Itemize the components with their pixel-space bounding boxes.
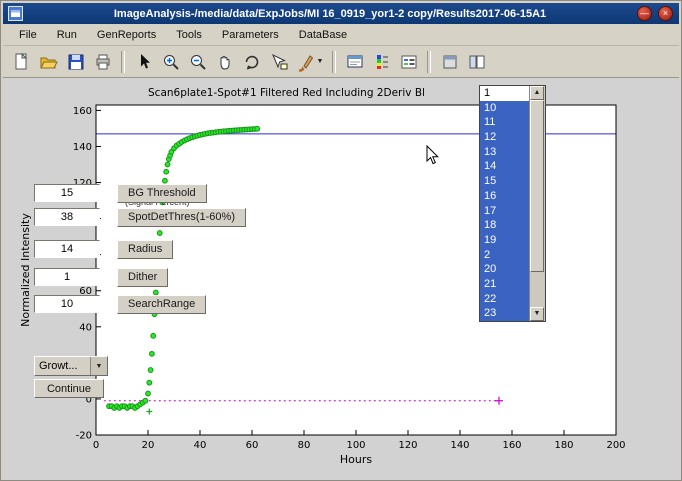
bg-threshold-input[interactable] bbox=[34, 184, 100, 202]
dropdown-item-16[interactable]: 16 bbox=[480, 189, 529, 204]
svg-text:100: 100 bbox=[346, 440, 365, 451]
radius-label-button[interactable]: Radius bbox=[117, 240, 173, 259]
dropdown-item-18[interactable]: 18 bbox=[480, 218, 529, 233]
close-button[interactable]: × bbox=[658, 6, 673, 21]
dither-input[interactable] bbox=[34, 268, 100, 286]
dropdown-scrollbar[interactable]: ▲ ▼ bbox=[529, 86, 545, 321]
svg-text:Normalized Intensity: Normalized Intensity bbox=[19, 213, 32, 327]
scroll-up-icon[interactable]: ▲ bbox=[530, 86, 544, 100]
searchrange-label-button[interactable]: SearchRange bbox=[117, 295, 206, 314]
svg-text:60: 60 bbox=[246, 440, 259, 451]
radius-input[interactable] bbox=[34, 240, 100, 258]
menu-item-database[interactable]: DataBase bbox=[289, 26, 357, 44]
dropdown-item-23[interactable]: 23 bbox=[480, 306, 529, 321]
svg-text:140: 140 bbox=[73, 142, 92, 153]
svg-text:120: 120 bbox=[398, 440, 417, 451]
dropdown-item-1[interactable]: 1 bbox=[480, 86, 529, 101]
continue-button[interactable]: Continue bbox=[34, 379, 104, 398]
pan-hand-icon[interactable] bbox=[212, 49, 237, 74]
svg-text:Scan6plate1-Spot#1 Filtered Re: Scan6plate1-Spot#1 Filtered Red Includin… bbox=[148, 87, 425, 99]
number-dropdown-list: 110111213141516171819220212223 ▲ ▼ bbox=[479, 85, 546, 322]
dropdown-item-21[interactable]: 21 bbox=[480, 277, 529, 292]
menu-item-tools[interactable]: Tools bbox=[166, 26, 212, 44]
dropdown-item-12[interactable]: 12 bbox=[480, 130, 529, 145]
toolbar-separator bbox=[427, 51, 431, 73]
figure-area: 020406080100120140160180200-200204060801… bbox=[3, 78, 681, 480]
toolbar: ▼ bbox=[3, 46, 679, 78]
growth-dropdown-label: Growt... bbox=[35, 360, 90, 372]
svg-text:40: 40 bbox=[79, 322, 92, 333]
svg-text:200: 200 bbox=[606, 440, 625, 451]
print-icon[interactable] bbox=[90, 49, 115, 74]
svg-text:160: 160 bbox=[73, 106, 92, 117]
svg-text:80: 80 bbox=[298, 440, 311, 451]
spotdetthres-1-60-label-button[interactable]: SpotDetThres(1-60%) bbox=[117, 208, 246, 227]
scroll-down-icon[interactable]: ▼ bbox=[530, 307, 544, 321]
menu-item-run[interactable]: Run bbox=[47, 26, 87, 44]
dropdown-item-22[interactable]: 22 bbox=[480, 292, 529, 307]
svg-text:160: 160 bbox=[502, 440, 521, 451]
open-folder-icon[interactable] bbox=[36, 49, 61, 74]
window-menu-icon[interactable] bbox=[8, 6, 23, 21]
svg-text:20: 20 bbox=[142, 440, 155, 451]
dropdown-item-11[interactable]: 11 bbox=[480, 115, 529, 130]
data-cursor-icon[interactable] bbox=[266, 49, 291, 74]
save-icon[interactable] bbox=[63, 49, 88, 74]
growth-curve-plot: 020406080100120140160180200-200204060801… bbox=[3, 78, 681, 479]
insert-legend-icon[interactable] bbox=[396, 49, 421, 74]
minimize-button[interactable]: — bbox=[637, 6, 652, 21]
plot-tools-icon[interactable] bbox=[464, 49, 489, 74]
dither-label-button[interactable]: Dither bbox=[117, 268, 168, 287]
dropdown-item-13[interactable]: 13 bbox=[480, 145, 529, 160]
dropdown-item-20[interactable]: 20 bbox=[480, 262, 529, 277]
app-window: ImageAnalysis-/media/data/ExpJobs/MI 16_… bbox=[0, 0, 682, 481]
toolbar-separator bbox=[121, 51, 125, 73]
dropdown-item-17[interactable]: 17 bbox=[480, 204, 529, 219]
scroll-thumb[interactable] bbox=[530, 100, 544, 272]
spotdetthres-1-60-input[interactable] bbox=[34, 208, 100, 226]
dropdown-item-2[interactable]: 2 bbox=[480, 248, 529, 263]
rotate-3d-icon[interactable] bbox=[239, 49, 264, 74]
bg-threshold-label-button[interactable]: BG Threshold bbox=[117, 184, 207, 203]
svg-text:180: 180 bbox=[554, 440, 573, 451]
dropdown-item-14[interactable]: 14 bbox=[480, 159, 529, 174]
titlebar-buttons: — × bbox=[637, 6, 673, 21]
zoom-in-icon[interactable] bbox=[158, 49, 183, 74]
menubar: FileRunGenReportsToolsParametersDataBase bbox=[3, 24, 679, 46]
svg-text:40: 40 bbox=[194, 440, 207, 451]
growth-dropdown[interactable]: Growt... ▼ bbox=[34, 356, 108, 376]
dropdown-items: 110111213141516171819220212223 bbox=[480, 86, 529, 321]
svg-text:140: 140 bbox=[450, 440, 469, 451]
dropdown-item-10[interactable]: 10 bbox=[480, 101, 529, 116]
svg-text:0: 0 bbox=[93, 440, 99, 451]
dropdown-item-15[interactable]: 15 bbox=[480, 174, 529, 189]
chevron-down-icon: ▼ bbox=[90, 357, 107, 375]
svg-text:Hours: Hours bbox=[340, 453, 372, 466]
svg-text:-20: -20 bbox=[76, 431, 92, 442]
menu-item-genreports[interactable]: GenReports bbox=[87, 26, 166, 44]
dropdown-item-19[interactable]: 19 bbox=[480, 233, 529, 248]
brush-icon[interactable]: ▼ bbox=[293, 49, 326, 74]
arrow-cursor-icon[interactable] bbox=[131, 49, 156, 74]
menu-item-file[interactable]: File bbox=[9, 26, 47, 44]
zoom-out-icon[interactable] bbox=[185, 49, 210, 74]
window-title: ImageAnalysis-/media/data/ExpJobs/MI 16_… bbox=[23, 8, 637, 20]
dock-window-icon[interactable] bbox=[437, 49, 462, 74]
menu-item-parameters[interactable]: Parameters bbox=[212, 26, 289, 44]
new-file-icon[interactable] bbox=[9, 49, 34, 74]
print-figure-icon[interactable] bbox=[342, 49, 367, 74]
toolbar-separator bbox=[332, 51, 336, 73]
insert-colorbar-icon[interactable] bbox=[369, 49, 394, 74]
searchrange-input[interactable] bbox=[34, 295, 100, 313]
titlebar[interactable]: ImageAnalysis-/media/data/ExpJobs/MI 16_… bbox=[3, 3, 679, 24]
